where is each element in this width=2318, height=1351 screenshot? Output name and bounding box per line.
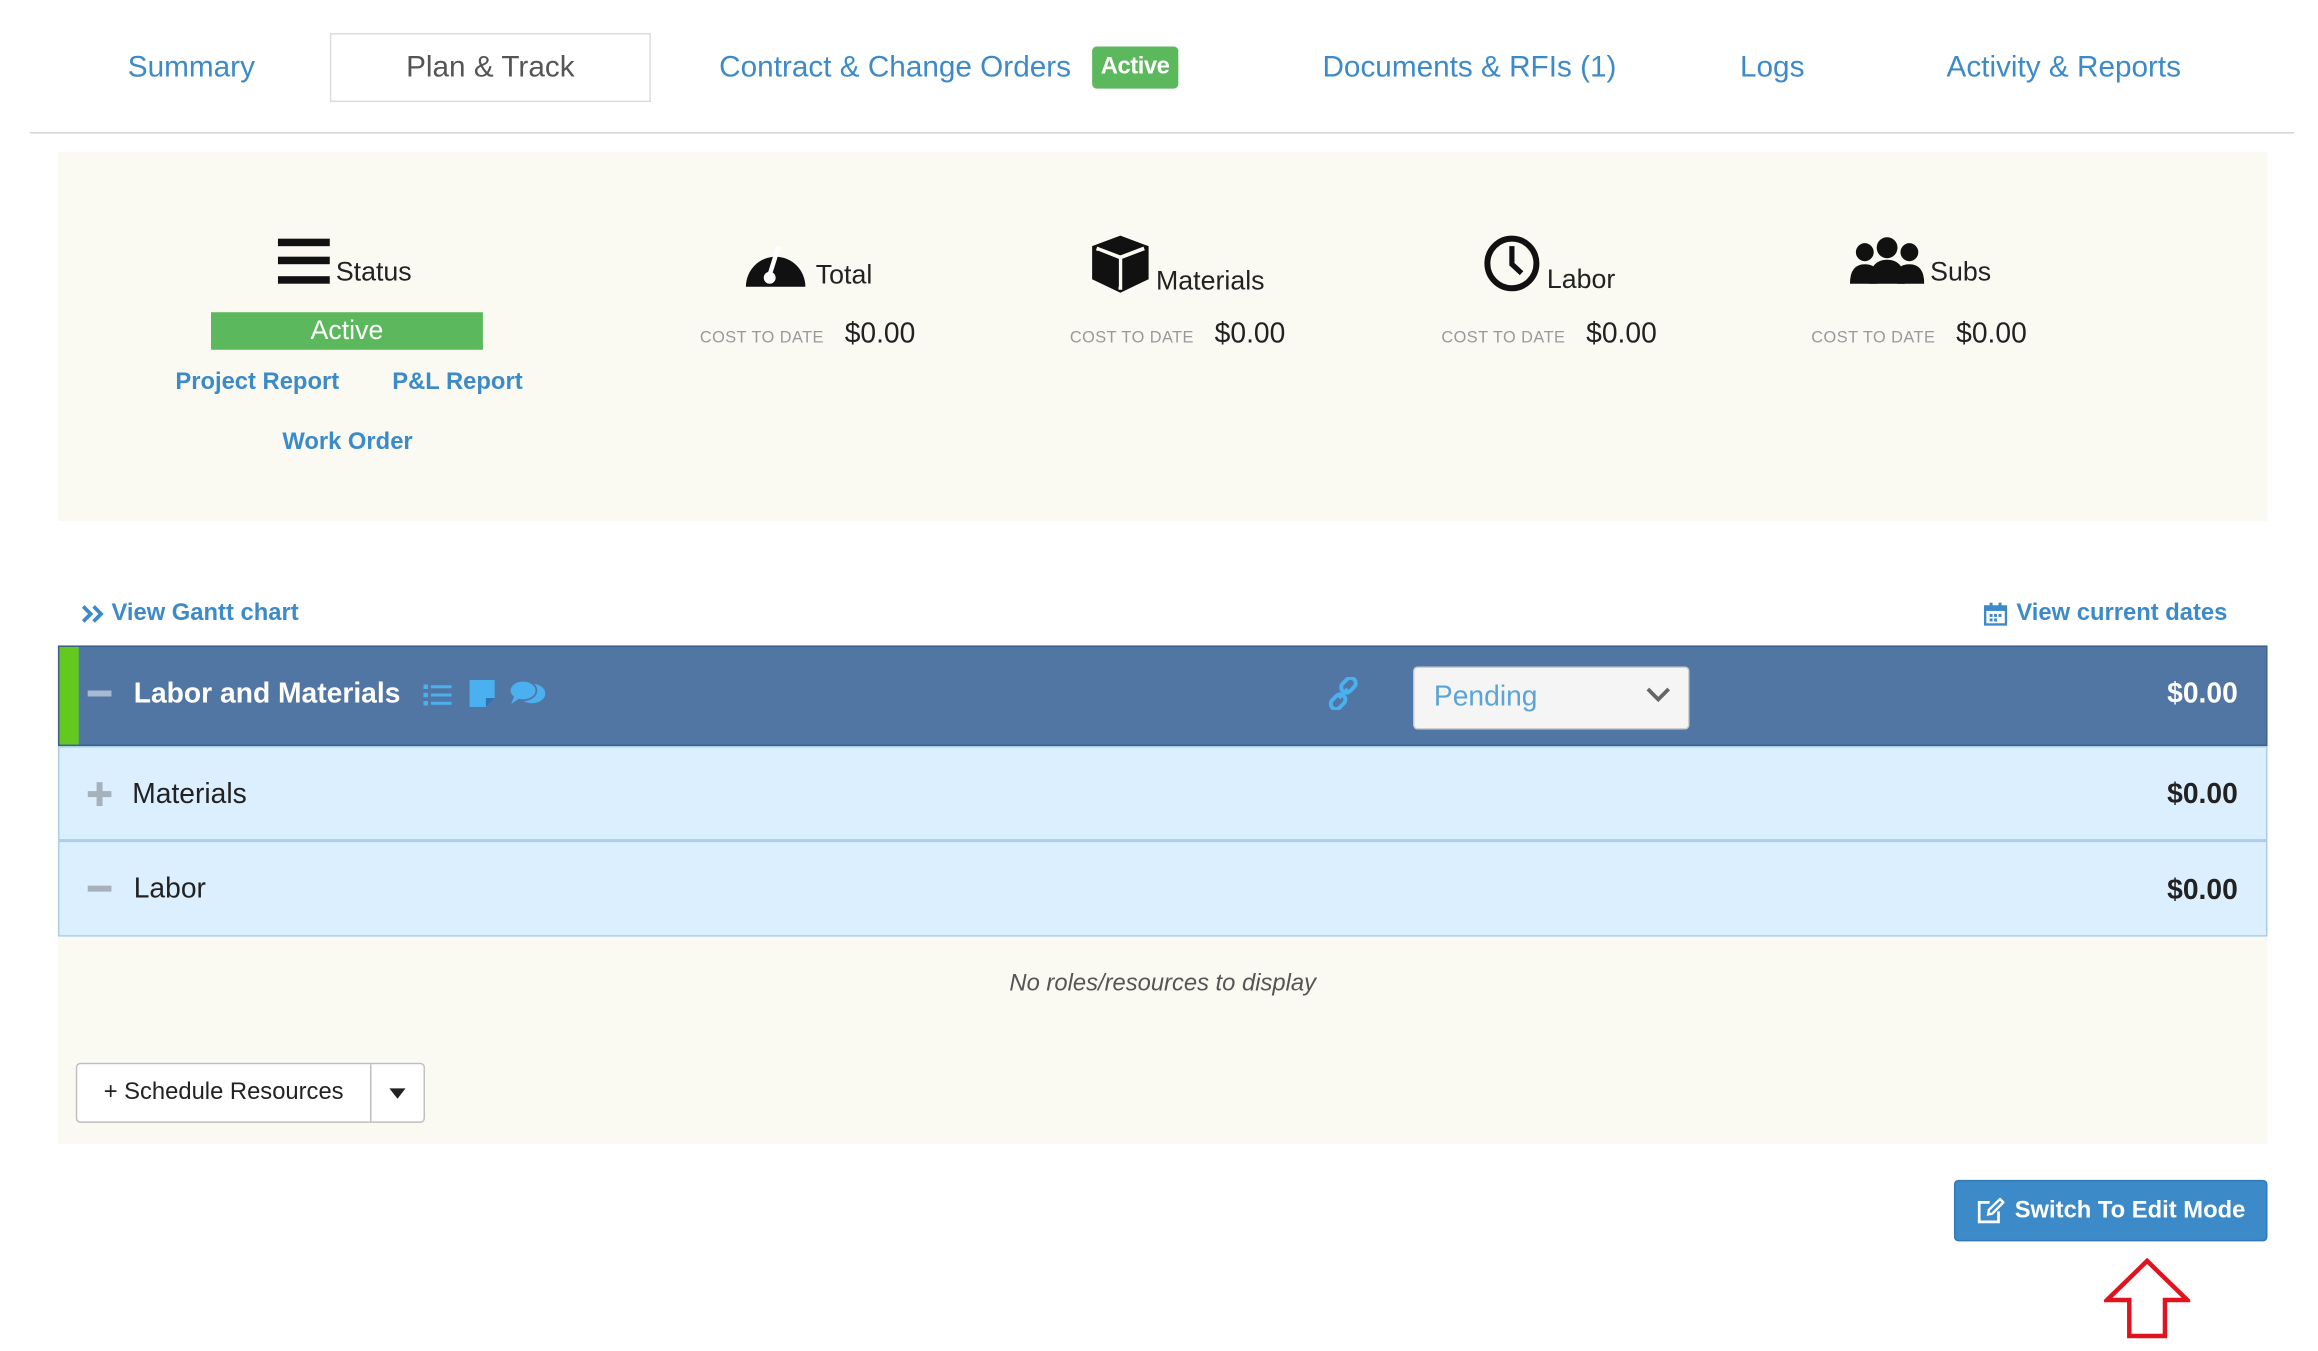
status-badge: Active [210,312,483,350]
view-dates-label: View current dates [2016,600,2228,626]
labor-row[interactable]: Labor $0.00 [57,840,2268,937]
project-report-link[interactable]: Project Report [175,369,339,396]
active-badge: Active [1091,46,1179,89]
switch-to-edit-mode-button[interactable]: Switch To Edit Mode [1953,1179,2268,1242]
tab-summary[interactable]: Summary [128,33,255,102]
double-chevron-right-icon [81,605,104,623]
view-current-dates-link[interactable]: View current dates [1983,600,2228,627]
schedule-resources-button-group: + Schedule Resources [75,1062,425,1123]
link-icon[interactable] [1327,676,1360,711]
phase-status-select[interactable]: Pending [1413,666,1690,730]
tab-plan-track[interactable]: Plan & Track [329,33,651,103]
view-gantt-chart-link[interactable]: View Gantt chart [81,600,299,627]
caret-down-icon [389,1087,406,1099]
materials-heading: Materials [1091,234,1265,296]
schedule-dropdown-toggle[interactable] [371,1064,423,1121]
empty-message: No roles/resources to display [1009,971,1316,997]
materials-amount: $0.00 [2167,779,2238,811]
phase-name: Labor and Materials [133,678,401,711]
schedule-resources-button[interactable]: + Schedule Resources [77,1064,372,1122]
status-heading: Status [277,237,412,287]
cost-label: COST TO DATE [1811,328,1936,347]
clock-icon [1484,235,1540,292]
cost-label: COST TO DATE [1441,328,1566,347]
bars-icon [277,238,330,284]
work-order-link[interactable]: Work Order [282,429,412,456]
phase-status-value: Pending [1433,681,1538,714]
tab-logs[interactable]: Logs [1740,33,1804,102]
view-gantt-label: View Gantt chart [111,600,299,626]
subs-heading: Subs [1849,237,1991,287]
cost-label: COST TO DATE [699,328,824,347]
materials-cost-value: $0.00 [1214,318,1286,350]
comments-icon[interactable] [509,679,546,709]
calendar-icon [1983,602,2008,626]
expand-plus-icon[interactable] [87,782,112,807]
labor-cost: COST TO DATE $0.00 [1441,318,1656,351]
tab-documents-rfis[interactable]: Documents & RFIs (1) [1322,33,1616,102]
tab-contract-change-orders[interactable]: Contract & Change Orders Active [719,33,1179,102]
materials-row[interactable]: Materials $0.00 [57,746,2268,841]
status-title: Status [335,256,412,287]
chevron-down-icon [1646,687,1670,703]
summary-panel: Status Active Project Report P&L Report … [57,151,2268,521]
phase-amount: $0.00 [2167,678,2238,711]
phase-color-bar [59,646,79,745]
materials-cost: COST TO DATE $0.00 [1070,318,1285,351]
tab-activity-reports[interactable]: Activity & Reports [1947,33,2182,102]
labor-cost-value: $0.00 [1586,318,1657,350]
labor-amount: $0.00 [2167,875,2238,907]
cube-icon [1092,235,1149,293]
pl-report-link[interactable]: P&L Report [392,369,522,396]
total-heading: Total [743,237,872,290]
total-cost-value: $0.00 [844,318,916,350]
list-icon[interactable] [423,683,452,707]
gauge-icon [745,245,806,287]
tab-label: Contract & Change Orders [719,50,1072,84]
labor-title: Labor [1546,264,1616,295]
cost-label: COST TO DATE [1069,328,1194,347]
note-icon[interactable] [469,679,495,708]
collapse-minus-icon[interactable] [87,885,112,892]
plan-track-page: Summary Plan & Track Contract & Change O… [0,0,2318,1351]
up-arrow-annotation-icon [2104,1257,2191,1339]
materials-title: Materials [1156,265,1265,296]
collapse-phase-icon[interactable] [87,690,112,697]
tab-bar: Summary Plan & Track Contract & Change O… [29,0,2295,134]
edit-button-label: Switch To Edit Mode [2014,1197,2246,1223]
total-title: Total [815,259,873,290]
subs-title: Subs [1930,256,1992,287]
phase-row[interactable]: Labor and Materials Pending $0.00 [57,645,2268,747]
subs-cost: COST TO DATE $0.00 [1811,318,2026,351]
labor-resources-area: No roles/resources to display + Schedule… [57,936,2268,1144]
labor-label: Labor [133,873,206,906]
subs-cost-value: $0.00 [1956,318,2027,350]
users-icon [1849,237,1925,284]
total-cost: COST TO DATE $0.00 [700,318,915,351]
labor-heading: Labor [1483,234,1616,295]
edit-icon [1977,1197,2005,1223]
materials-label: Materials [132,779,247,811]
